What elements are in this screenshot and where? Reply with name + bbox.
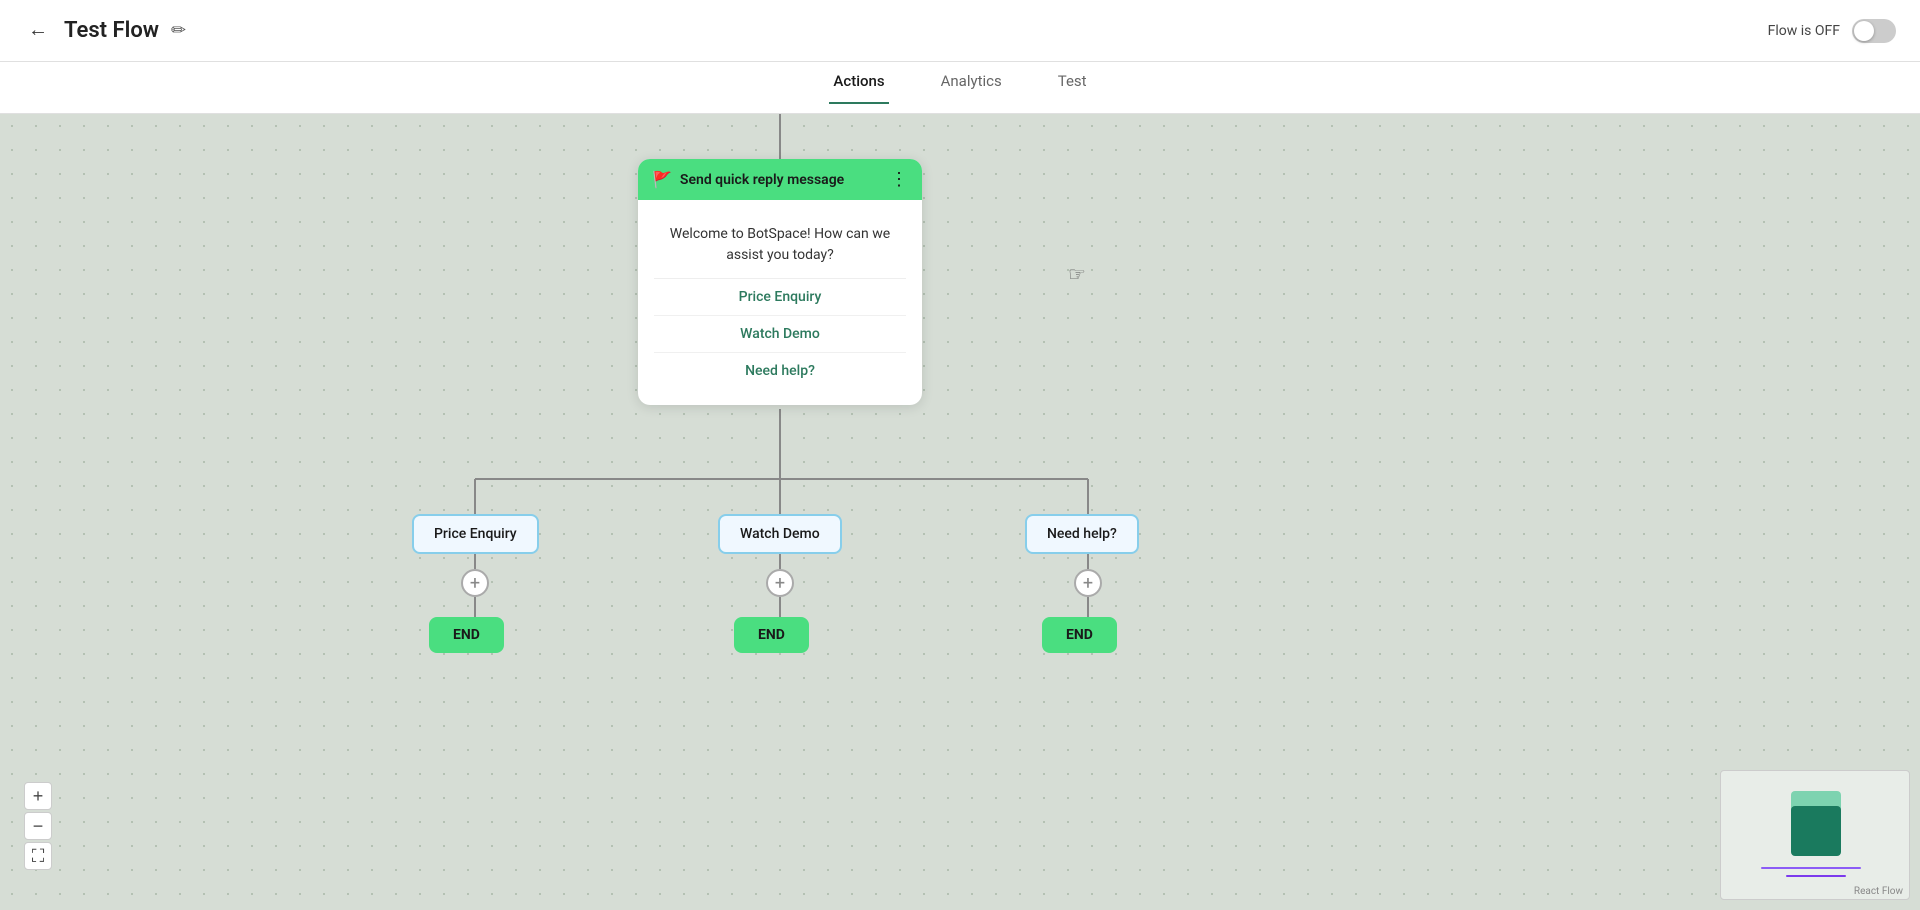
tab-test[interactable]: Test	[1054, 72, 1091, 104]
zoom-fit-button[interactable]: ⛶	[24, 842, 52, 870]
toggle-thumb	[1854, 21, 1874, 41]
zoom-controls: + − ⛶	[24, 782, 52, 870]
option-watch-demo[interactable]: Watch Demo	[654, 316, 906, 353]
header: ← Test Flow ✏ Flow is OFF	[0, 0, 1920, 62]
flow-toggle[interactable]	[1852, 19, 1896, 43]
zoom-in-button[interactable]: +	[24, 782, 52, 810]
mini-map-content	[1721, 771, 1909, 899]
option-need-help[interactable]: Need help?	[654, 353, 906, 389]
main-node-card: 🚩 Send quick reply message ⋮ Welcome to …	[638, 159, 922, 405]
zoom-out-button[interactable]: −	[24, 812, 52, 840]
edit-icon[interactable]: ✏	[171, 20, 186, 41]
tab-analytics[interactable]: Analytics	[937, 72, 1006, 104]
end-node-1: END	[429, 617, 504, 653]
mini-line	[1761, 867, 1861, 869]
end-node-3: END	[1042, 617, 1117, 653]
branch-node-need-help[interactable]: Need help?	[1025, 514, 1139, 554]
back-button[interactable]: ←	[24, 15, 52, 46]
plus-circle-3[interactable]: +	[1074, 569, 1102, 597]
node-body: Welcome to BotSpace! How can we assist y…	[638, 200, 922, 405]
node-header-left: 🚩 Send quick reply message	[652, 170, 844, 189]
end-node-2: END	[734, 617, 809, 653]
node-menu-icon[interactable]: ⋮	[890, 169, 908, 190]
tabs-bar: Actions Analytics Test	[0, 62, 1920, 114]
branch-node-watch-demo[interactable]: Watch Demo	[718, 514, 842, 554]
flow-lines	[0, 114, 1920, 910]
page-title: Test Flow	[64, 18, 159, 43]
tab-actions[interactable]: Actions	[829, 72, 888, 104]
branch-node-price-enquiry[interactable]: Price Enquiry	[412, 514, 539, 554]
plus-circle-2[interactable]: +	[766, 569, 794, 597]
flow-status-label: Flow is OFF	[1768, 23, 1840, 39]
mini-node-dark	[1791, 806, 1841, 856]
header-right: Flow is OFF	[1768, 19, 1896, 43]
node-card-header: 🚩 Send quick reply message ⋮	[638, 159, 922, 200]
mini-line-2	[1786, 875, 1846, 877]
mini-map-label: React Flow	[1854, 886, 1903, 897]
message-icon: 🚩	[652, 170, 672, 189]
plus-circle-1[interactable]: +	[461, 569, 489, 597]
header-left: ← Test Flow ✏	[24, 15, 186, 46]
option-price-enquiry[interactable]: Price Enquiry	[654, 279, 906, 316]
flow-container: 🚩 Send quick reply message ⋮ Welcome to …	[0, 114, 1920, 910]
node-message: Welcome to BotSpace! How can we assist y…	[654, 216, 906, 279]
node-title: Send quick reply message	[680, 172, 844, 188]
flow-canvas[interactable]: 🚩 Send quick reply message ⋮ Welcome to …	[0, 114, 1920, 910]
mini-map: React Flow	[1720, 770, 1910, 900]
